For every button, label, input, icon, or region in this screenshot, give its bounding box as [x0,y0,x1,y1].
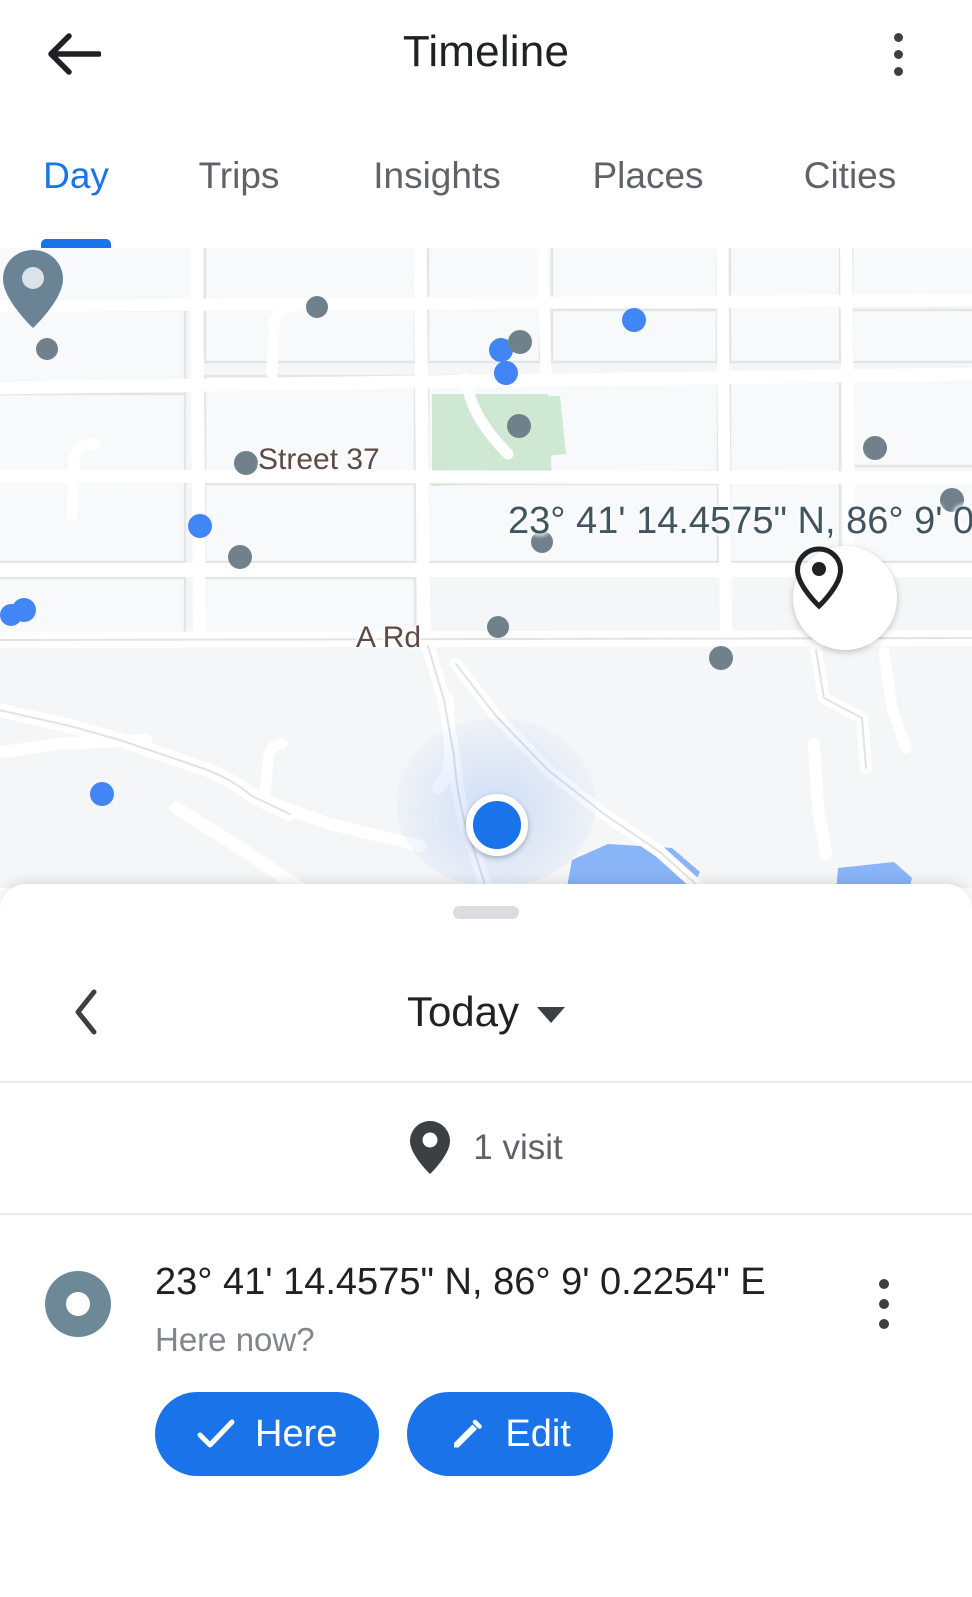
visit-count-label: 1 visit [473,1128,563,1167]
map-pin-icon [410,1121,451,1174]
here-button-label: Here [255,1412,338,1455]
caret-down-icon [537,1007,566,1023]
tab-active-indicator [613,239,683,248]
more-vert-icon [879,1299,889,1309]
place-marker-icon[interactable] [0,248,66,330]
pencil-icon [454,1419,483,1448]
location-pin-icon [794,546,844,610]
map-poi-dot[interactable] [622,308,646,332]
edit-button[interactable]: Edit [407,1392,613,1476]
tab-label: Insights [373,155,501,196]
more-vert-icon [893,49,903,59]
visit-overflow-button[interactable] [856,1269,912,1339]
tab-day[interactable]: Day [28,104,124,248]
divider-bottom [0,1213,972,1215]
location-pin-fab[interactable] [793,546,897,650]
map-poi-dot[interactable] [90,782,114,806]
visit-title: 23° 41' 14.4575" N, 86° 9' 0.2254" E [155,1261,766,1303]
app-bar: Timeline [0,0,972,104]
map-poi-dot[interactable] [36,338,58,360]
visit-ring-icon [45,1271,111,1337]
map-view[interactable]: Street 37 A Rd 23° 41' 14.4575" N, 86° 9' … [0,248,972,888]
visit-summary-row: 1 visit [0,1083,972,1213]
visit-entry-row[interactable]: 23° 41' 14.4575" N, 86° 9' 0.2254" E Her… [0,1249,972,1379]
sheet-drag-handle[interactable] [453,906,519,919]
map-poi-dot[interactable] [234,451,258,475]
map-poi-dot[interactable] [508,330,532,354]
tab-trips[interactable]: Trips [170,104,308,248]
tab-bar: Day Trips Insights Places Cities [0,104,972,248]
map-poi-dot[interactable] [494,361,518,385]
tab-label: Trips [198,155,280,196]
map-poi-dot[interactable] [507,414,531,438]
visit-subtitle[interactable]: Here now? [155,1321,315,1359]
tab-cities[interactable]: Cities [776,104,924,248]
more-vert-icon [879,1319,889,1329]
visit-ring-hole [66,1292,90,1316]
tab-active-indicator [41,239,111,248]
tab-insights[interactable]: Insights [352,104,522,248]
map-poi-dot[interactable] [863,436,887,460]
more-vert-icon [879,1279,889,1289]
map-poi-dot[interactable] [306,296,328,318]
date-label: Today [406,988,520,1035]
more-vert-icon [893,32,903,42]
edit-button-label: Edit [505,1412,571,1455]
page-title: Timeline [402,27,570,76]
check-icon [197,1419,235,1448]
tab-active-indicator [204,239,274,248]
tab-active-indicator [402,239,472,248]
street-label: A Rd [356,621,422,654]
tab-label: Day [43,155,109,196]
map-poi-dot[interactable] [228,545,252,569]
map-coordinate-label: 23° 41' 14.4575" N, 86° 9' 0 [508,500,972,542]
here-button[interactable]: Here [155,1392,380,1476]
timeline-screen: Timeline Day Trips Insights Places Cities [0,0,972,1597]
tab-active-indicator [815,239,885,248]
bottom-sheet: Today [0,884,972,1597]
tab-label: Cities [803,155,897,196]
chevron-left-icon [75,989,97,1035]
map-poi-dot[interactable] [188,514,212,538]
tab-places[interactable]: Places [568,104,728,248]
current-location-dot [466,794,528,856]
tab-label: Places [592,155,704,196]
date-selector[interactable]: Today [406,988,566,1036]
street-label: Street 37 [258,443,380,476]
date-navigation-row: Today [0,942,972,1082]
map-poi-dot[interactable] [487,616,509,638]
app-bar-overflow-button[interactable] [866,18,930,90]
more-vert-icon [893,66,903,76]
map-poi-dot[interactable] [709,646,733,670]
previous-day-button[interactable] [56,982,116,1042]
map-poi-dot[interactable] [0,604,22,626]
visit-action-buttons: Here Edit [155,1392,613,1476]
